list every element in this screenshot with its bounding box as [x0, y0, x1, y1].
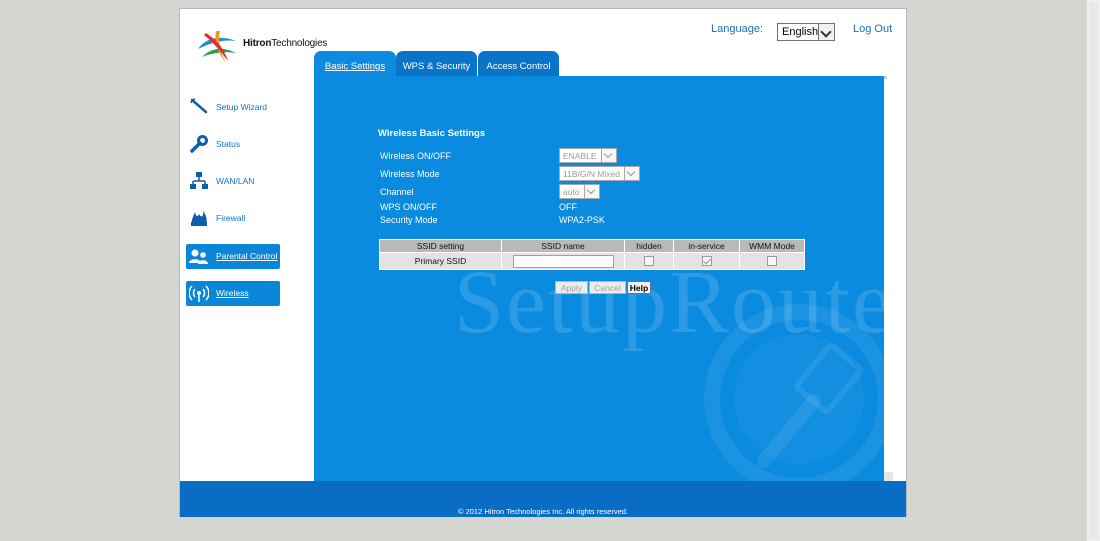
ssid-table-header-row: SSID setting SSID name hidden in-service… [380, 240, 804, 252]
sidebar-item-wireless[interactable]: Wireless [186, 281, 280, 306]
tab-basic-settings[interactable]: Basic Settings [314, 51, 396, 76]
section-title: Wireless Basic Settings [378, 128, 486, 139]
tab-wps-security[interactable]: WPS & Security [396, 51, 477, 76]
column-header-wmm-mode: WMM Mode [740, 240, 804, 252]
sidebar-item-label: Parental Control [216, 251, 278, 261]
wrench-icon [189, 134, 209, 154]
ssid-name-cell [502, 253, 624, 269]
column-header-ssid-name: SSID name [502, 240, 624, 252]
wps-onoff-value: OFF [559, 202, 577, 212]
channel-value: auto [563, 187, 580, 197]
hitron-logo-icon [198, 31, 236, 63]
users-icon [189, 247, 209, 267]
language-select-value: English [782, 26, 819, 38]
ssid-table: SSID setting SSID name hidden in-service… [379, 239, 805, 270]
channel-select[interactable]: auto [559, 184, 600, 199]
wireless-icon [188, 284, 210, 304]
chevron-down-icon[interactable] [601, 149, 616, 162]
plug-icon [757, 343, 864, 468]
cancel-button[interactable]: Cancel [589, 281, 626, 294]
sidebar-item-label: Wireless [216, 288, 249, 298]
sidebar-item-setup-wizard[interactable]: Setup Wizard [186, 93, 280, 121]
scrollbar-track[interactable] [1089, 2, 1099, 539]
sidebar-item-wan-lan[interactable]: WAN/LAN [186, 167, 280, 195]
logout-link[interactable]: Log Out [853, 23, 892, 35]
page-scrollbar[interactable] [1086, 0, 1100, 541]
wireless-onoff-value: ENABLE [563, 151, 597, 161]
panel-edge-marker [884, 76, 887, 79]
sidebar-item-label: Setup Wizard [216, 102, 268, 112]
language-label: Language: [711, 23, 763, 35]
chevron-down-icon[interactable] [624, 167, 639, 180]
in-service-cell [674, 253, 739, 269]
wmm-mode-checkbox[interactable] [767, 256, 777, 267]
router-page: HitronTechnologies Language: English Log… [179, 8, 907, 517]
wand-icon [189, 97, 209, 117]
column-header-ssid-setting: SSID setting [380, 240, 501, 252]
sidebar-item-status[interactable]: Status [186, 130, 280, 158]
wmm-mode-cell [740, 253, 804, 269]
table-row: Primary SSID [380, 253, 804, 269]
sidebar-item-label: Status [216, 139, 241, 149]
chevron-down-icon[interactable] [584, 185, 599, 198]
apply-button[interactable]: Apply [555, 281, 588, 294]
wireless-mode-select[interactable]: 11B/G/N Mixed [559, 166, 640, 181]
channel-label: Channel [380, 187, 414, 197]
tab-access-control[interactable]: Access Control [478, 51, 559, 76]
chevron-down-icon[interactable] [818, 24, 834, 40]
help-button[interactable]: Help [627, 281, 651, 294]
wireless-onoff-select[interactable]: ENABLE [559, 148, 617, 163]
sidebar-item-label: Firewall [216, 213, 246, 223]
settings-panel: SetupRouter.com Wireless Basic Settings … [314, 76, 884, 481]
sidebar-item-label: WAN/LAN [216, 176, 255, 186]
brand-name: HitronTechnologies [243, 38, 328, 49]
wireless-mode-value: 11B/G/N Mixed [563, 169, 621, 179]
column-header-hidden: hidden [625, 240, 673, 252]
column-header-in-service: in-service [674, 240, 739, 252]
network-icon [189, 171, 209, 191]
panel-resize-handle[interactable] [884, 472, 893, 481]
security-mode-label: Security Mode [380, 215, 438, 225]
wps-onoff-label: WPS ON/OFF [380, 202, 437, 212]
wireless-mode-label: Wireless Mode [380, 169, 440, 179]
sidebar-item-firewall[interactable]: Firewall [186, 204, 280, 232]
hidden-cell [625, 253, 673, 269]
ssid-name-input[interactable] [512, 254, 614, 268]
copyright-text: © 2012 Hitron Technologies Inc. All righ… [457, 507, 629, 516]
language-select[interactable]: English [777, 23, 835, 41]
hidden-checkbox[interactable] [644, 256, 654, 267]
security-mode-value: WPA2-PSK [559, 215, 605, 225]
footer-bar: © 2012 Hitron Technologies Inc. All righ… [180, 481, 906, 517]
wireless-onoff-label: Wireless ON/OFF [380, 151, 451, 161]
sidebar-item-parental-control[interactable]: Parental Control [186, 244, 280, 269]
panel-scroll-edge [884, 76, 894, 481]
firewall-icon [189, 208, 209, 228]
in-service-checkbox[interactable] [701, 256, 712, 267]
ssid-setting-cell: Primary SSID [380, 253, 501, 269]
